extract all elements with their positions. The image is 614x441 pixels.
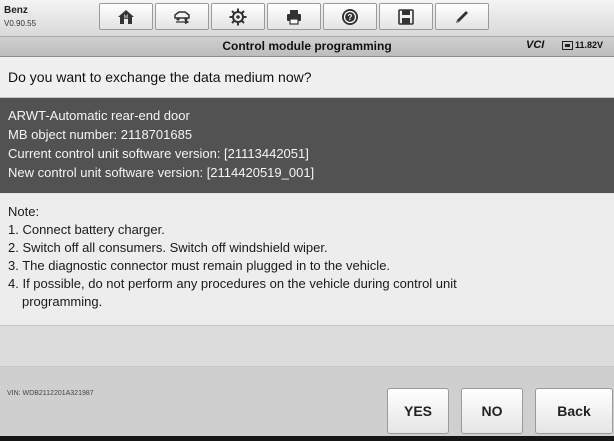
gear-icon	[228, 7, 248, 27]
svg-text:M: M	[124, 14, 128, 20]
note-item-continuation: programming.	[22, 294, 103, 309]
info-object-number: MB object number: 2118701685	[8, 127, 193, 142]
note-item: 4. If possible, do not perform any proce…	[8, 276, 457, 291]
device-bezel	[0, 436, 614, 441]
vehicle-swap-button[interactable]	[155, 3, 209, 30]
page-title: Control module programming	[222, 39, 392, 53]
back-button[interactable]: Back	[535, 388, 613, 434]
note-item: 2. Switch off all consumers. Switch off …	[8, 240, 328, 255]
info-module-name: ARWT-Automatic rear-end door	[8, 108, 190, 123]
home-icon: M	[116, 7, 136, 27]
help-button[interactable]: ?	[323, 3, 377, 30]
empty-row	[0, 326, 614, 367]
home-button[interactable]: M	[99, 3, 153, 30]
top-toolbar: Benz V0.90.55 M ?	[0, 0, 614, 37]
save-icon	[396, 7, 416, 27]
pen-icon	[452, 7, 472, 27]
info-current-version: Current control unit software version: […	[8, 146, 309, 161]
info-new-version: New control unit software version: [2114…	[8, 165, 315, 180]
battery-icon	[562, 41, 573, 50]
settings-button[interactable]	[211, 3, 265, 30]
no-button[interactable]: NO	[461, 388, 523, 434]
help-icon: ?	[340, 7, 360, 27]
question-row: Do you want to exchange the data medium …	[0, 57, 614, 98]
battery-voltage: 11.82V	[575, 40, 604, 50]
vehicle-name: Benz	[4, 5, 28, 16]
note-item: 3. The diagnostic connector must remain …	[8, 258, 391, 273]
vehicle-swap-icon	[172, 7, 192, 27]
app-screen: Benz V0.90.55 M ? Control module program…	[0, 0, 614, 441]
title-bar: Control module programming VCI 11.82V	[0, 37, 614, 57]
bottom-bar: VIN: WDB2112201A321987 YES NO Back	[0, 367, 614, 441]
yes-button[interactable]: YES	[387, 388, 449, 434]
vin-label: VIN: WDB2112201A321987	[7, 390, 94, 397]
svg-text:?: ?	[348, 13, 353, 22]
vci-indicator: VCI	[526, 39, 545, 51]
print-button[interactable]	[267, 3, 321, 30]
software-version: V0.90.55	[4, 19, 37, 28]
notes-panel: Note: 1. Connect battery charger. 2. Swi…	[0, 194, 614, 326]
print-icon	[284, 7, 304, 27]
note-item: 1. Connect battery charger.	[8, 222, 165, 237]
edit-button[interactable]	[435, 3, 489, 30]
question-text: Do you want to exchange the data medium …	[8, 69, 312, 85]
vehicle-info: Benz V0.90.55	[4, 3, 90, 33]
save-button[interactable]	[379, 3, 433, 30]
notes-heading: Note:	[8, 204, 40, 219]
module-info-panel: ARWT-Automatic rear-end door MB object n…	[0, 98, 614, 193]
